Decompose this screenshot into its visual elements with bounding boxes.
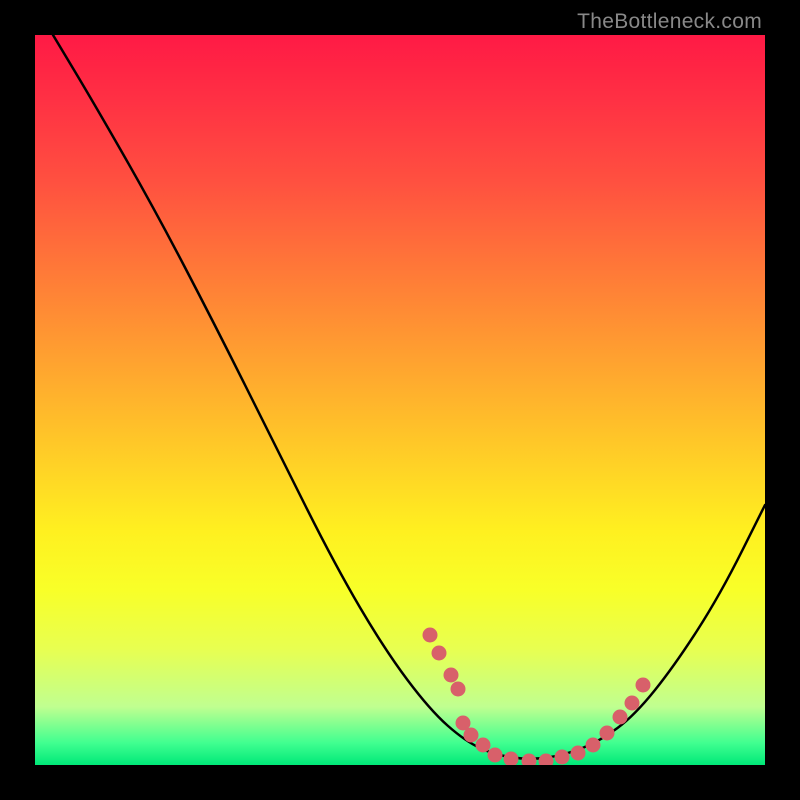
highlight-dot [600, 726, 615, 741]
chart-frame: TheBottleneck.com [0, 0, 800, 800]
highlight-dot [522, 754, 537, 766]
curve-layer [35, 35, 765, 765]
highlight-dot [451, 682, 466, 697]
highlight-dots [423, 628, 651, 766]
highlight-dot [625, 696, 640, 711]
highlight-dot [423, 628, 438, 643]
watermark-text: TheBottleneck.com [577, 10, 762, 34]
highlight-dot [613, 710, 628, 725]
highlight-dot [571, 746, 586, 761]
highlight-dot [586, 738, 601, 753]
highlight-dot [444, 668, 459, 683]
highlight-dot [636, 678, 651, 693]
highlight-dot [504, 752, 519, 766]
highlight-dot [476, 738, 491, 753]
bottleneck-curve [53, 35, 765, 759]
highlight-dot [432, 646, 447, 661]
highlight-dot [488, 748, 503, 763]
highlight-dot [539, 754, 554, 766]
highlight-dot [555, 750, 570, 765]
highlight-dot [464, 728, 479, 743]
